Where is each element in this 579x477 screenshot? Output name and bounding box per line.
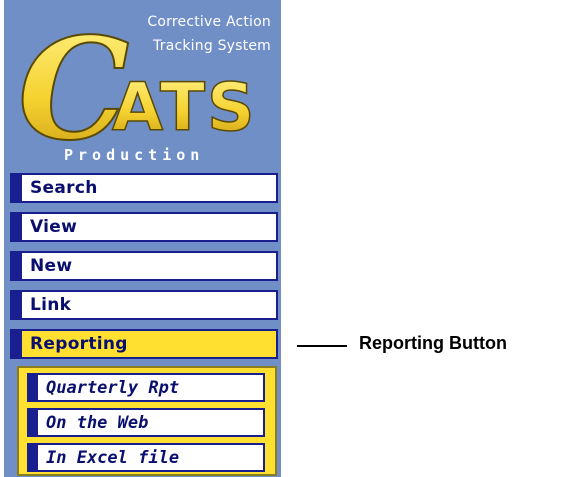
new-button[interactable]: New	[10, 251, 278, 281]
logo-letters-ats: ATS	[112, 69, 257, 146]
button-face[interactable]: Search	[22, 173, 278, 203]
button-accent-bar	[27, 408, 38, 437]
button-accent-bar	[10, 290, 22, 320]
button-accent-bar	[10, 329, 22, 359]
view-button-label: View	[30, 217, 78, 237]
button-face[interactable]: Link	[22, 290, 278, 320]
callout-label: Reporting Button	[359, 333, 507, 353]
button-face[interactable]: In Excel file	[38, 443, 265, 472]
view-button[interactable]: View	[10, 212, 278, 242]
link-button[interactable]: Link	[10, 290, 278, 320]
reporting-button[interactable]: Reporting	[10, 329, 278, 359]
button-accent-bar	[10, 173, 22, 203]
cats-logo: C ATS Corrective Action Tracking System …	[4, 0, 281, 170]
button-accent-bar	[10, 212, 22, 242]
button-face[interactable]: Reporting	[22, 329, 278, 359]
in-excel-file-button[interactable]: In Excel file	[27, 443, 265, 472]
system-name-line1: Corrective Action	[147, 14, 271, 30]
quarterly-rpt-button[interactable]: Quarterly Rpt	[27, 373, 265, 402]
button-face[interactable]: New	[22, 251, 278, 281]
button-accent-bar	[27, 443, 38, 472]
button-accent-bar	[10, 251, 22, 281]
reporting-submenu: Quarterly Rpt On the Web In Excel file	[17, 366, 277, 476]
button-accent-bar	[27, 373, 38, 402]
callout-leader-line	[297, 345, 347, 347]
button-face[interactable]: On the Web	[38, 408, 265, 437]
on-the-web-label: On the Web	[46, 412, 149, 433]
on-the-web-button[interactable]: On the Web	[27, 408, 265, 437]
reporting-button-label: Reporting	[30, 334, 128, 354]
button-face[interactable]: Quarterly Rpt	[38, 373, 265, 402]
in-excel-file-label: In Excel file	[46, 447, 180, 468]
button-face[interactable]: View	[22, 212, 278, 242]
cats-navigation-panel: C ATS Corrective Action Tracking System …	[4, 0, 281, 477]
quarterly-rpt-label: Quarterly Rpt	[46, 377, 180, 398]
link-button-label: Link	[30, 295, 72, 315]
environment-label: Production	[64, 146, 205, 164]
search-button[interactable]: Search	[10, 173, 278, 203]
new-button-label: New	[30, 256, 73, 276]
system-name-line2: Tracking System	[153, 38, 271, 54]
search-button-label: Search	[30, 178, 98, 198]
